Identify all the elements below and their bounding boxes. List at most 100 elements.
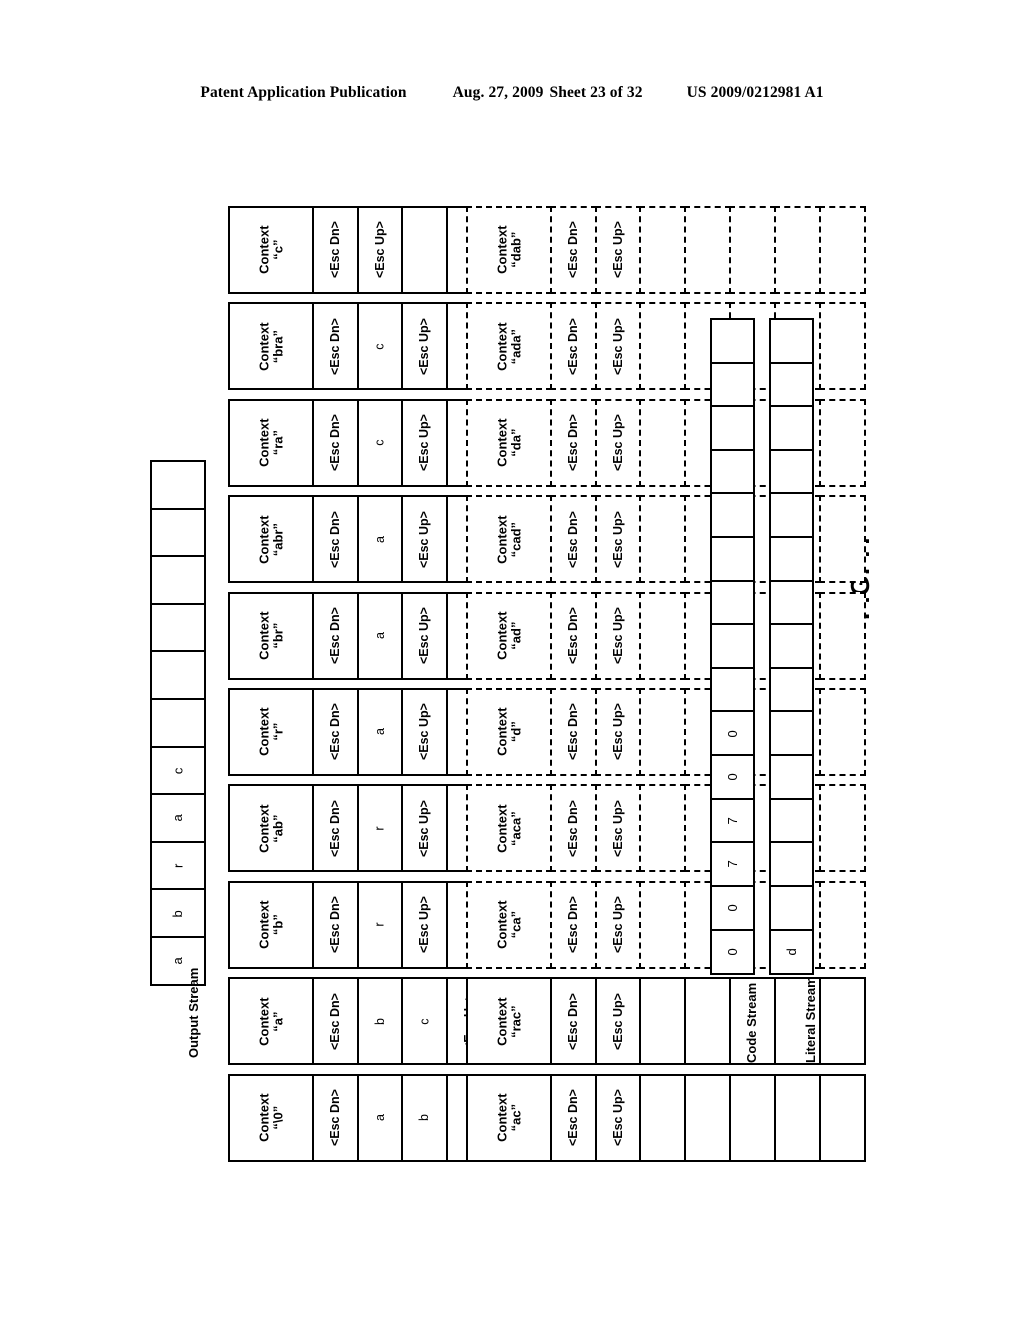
- code-stream-cell: 7: [710, 797, 755, 844]
- stream-cell-text: 7: [724, 817, 740, 825]
- slot-text: <Esc Dn>: [327, 317, 342, 375]
- slot-text: <Esc Up>: [417, 799, 432, 857]
- context-slot-cell: [818, 591, 866, 680]
- slot-text: <Esc Up>: [610, 317, 625, 375]
- literal-stream-cell: [769, 797, 814, 844]
- slot-text: <Esc Up>: [610, 510, 625, 568]
- context-table-header: Context “ad”: [466, 591, 552, 680]
- slot-text: <Esc Dn>: [565, 703, 580, 761]
- slot-text: <Esc Up>: [417, 896, 432, 954]
- slot-text: <Esc Up>: [610, 414, 625, 472]
- slot-text: <Esc Up>: [610, 799, 625, 857]
- output-stream-cell: [150, 555, 206, 606]
- slot-text: <Esc Up>: [417, 510, 432, 568]
- context-name-label: “r”: [269, 722, 285, 742]
- context-slot-cell: [639, 398, 687, 487]
- context-slot-cell: a: [356, 591, 404, 680]
- context-table-title: Context “a”: [256, 996, 285, 1046]
- code-stream-cell: [710, 361, 755, 408]
- output-stream-cell: r: [150, 840, 206, 891]
- context-slot-cell: [684, 977, 732, 1066]
- context-slot-cell: [684, 1073, 732, 1162]
- context-slot-cell: r: [356, 784, 404, 873]
- context-name-label: “ab”: [269, 814, 285, 843]
- context-name-label: “rac”: [507, 1004, 523, 1038]
- context-slot-cell: <Esc Up>: [594, 398, 642, 487]
- context-slot-cell: [639, 206, 687, 294]
- context-slot-cell: c: [401, 977, 449, 1066]
- context-table-header: Context “r”: [228, 688, 314, 776]
- slot-text: <Esc Dn>: [565, 1089, 580, 1147]
- stream-cell-text: 0: [724, 904, 740, 912]
- code-stream-cell: [710, 579, 755, 626]
- context-slot-cell: <Esc Up>: [594, 880, 642, 969]
- slot-text: <Esc Up>: [417, 607, 432, 665]
- context-slot-cell: <Esc Up>: [401, 495, 449, 584]
- context-slot-cell: [818, 977, 866, 1066]
- context-table: Context “dab” <Esc Dn> <Esc Up>: [466, 206, 866, 294]
- context-slot-cell: [818, 206, 866, 294]
- stream-cell-text: 7: [724, 860, 740, 868]
- context-word-label: Context: [494, 418, 510, 467]
- code-stream-label: Code Stream: [744, 982, 759, 1063]
- slot-text: <Esc Dn>: [565, 896, 580, 954]
- header-publication: Patent Application Publication: [200, 84, 407, 101]
- context-slot-cell: a: [356, 688, 404, 776]
- context-table-title: Context “ada”: [494, 322, 523, 370]
- context-word-label: Context: [256, 611, 272, 660]
- output-stream: c a r b a: [150, 460, 206, 987]
- output-stream-label: Output Stream: [186, 967, 201, 1058]
- context-slot-cell: <Esc Up>: [594, 591, 642, 680]
- context-slot-cell: <Esc Dn>: [311, 398, 359, 487]
- context-table-title: Context “ad”: [494, 611, 523, 659]
- context-slot-cell: <Esc Dn>: [549, 495, 597, 584]
- code-stream-cell: [710, 448, 755, 495]
- context-slot-cell: <Esc Up>: [594, 977, 642, 1066]
- slot-text: a: [372, 1114, 387, 1122]
- slot-text: b: [417, 1114, 432, 1122]
- slot-text: <Esc Dn>: [327, 414, 342, 472]
- context-slot-cell: <Esc Dn>: [549, 206, 597, 294]
- context-word-label: Context: [494, 1093, 510, 1142]
- context-word-label: Context: [256, 996, 272, 1046]
- context-name-label: “d”: [507, 721, 523, 743]
- context-word-label: Context: [256, 225, 272, 275]
- code-stream-cell: [710, 405, 755, 452]
- literal-stream-cell: [769, 710, 814, 757]
- context-slot-cell: [818, 398, 866, 487]
- output-stream-cell: a: [150, 793, 206, 844]
- context-slot-cell: r: [356, 880, 404, 969]
- slot-text: <Esc Dn>: [327, 896, 342, 954]
- context-slot-cell: [729, 1073, 777, 1162]
- literal-stream-cell: [769, 754, 814, 801]
- context-name-label: “aca”: [507, 811, 523, 846]
- code-stream-cell: [710, 536, 755, 583]
- context-name-label: “da”: [507, 428, 523, 457]
- context-slot-cell: [773, 1073, 821, 1162]
- slot-text: <Esc Dn>: [327, 1089, 342, 1147]
- literal-stream-cell: [769, 448, 814, 495]
- context-slot-cell: [729, 206, 777, 294]
- context-slot-cell: [639, 1073, 687, 1162]
- code-stream-cell: 0: [710, 754, 755, 801]
- literal-stream-cell: [769, 405, 814, 452]
- context-table-header: Context “cad”: [466, 495, 552, 584]
- output-stream-cell: b: [150, 888, 206, 939]
- context-slot-cell: <Esc Up>: [594, 495, 642, 584]
- code-stream-cell: [710, 623, 755, 670]
- context-table-title: Context “ca”: [494, 901, 523, 949]
- context-word-label: Context: [256, 804, 272, 853]
- context-table-header: Context “br”: [228, 591, 314, 680]
- output-stream-cell: c: [150, 745, 206, 796]
- context-table-header: Context “d”: [466, 688, 552, 776]
- context-table-header: Context “ca”: [466, 880, 552, 969]
- context-table: Context “ac” <Esc Dn> <Esc Up>: [466, 1073, 866, 1162]
- context-slot-cell: [818, 302, 866, 391]
- literal-stream-cell: [769, 492, 814, 539]
- slot-text: <Esc Up>: [610, 607, 625, 665]
- context-table-header: Context “abr”: [228, 495, 314, 584]
- context-name-label: “\0”: [269, 1105, 285, 1130]
- slot-text: <Esc Up>: [610, 221, 625, 279]
- context-table-title: Context “cad”: [494, 515, 523, 563]
- context-table-title: Context “abr”: [256, 515, 285, 563]
